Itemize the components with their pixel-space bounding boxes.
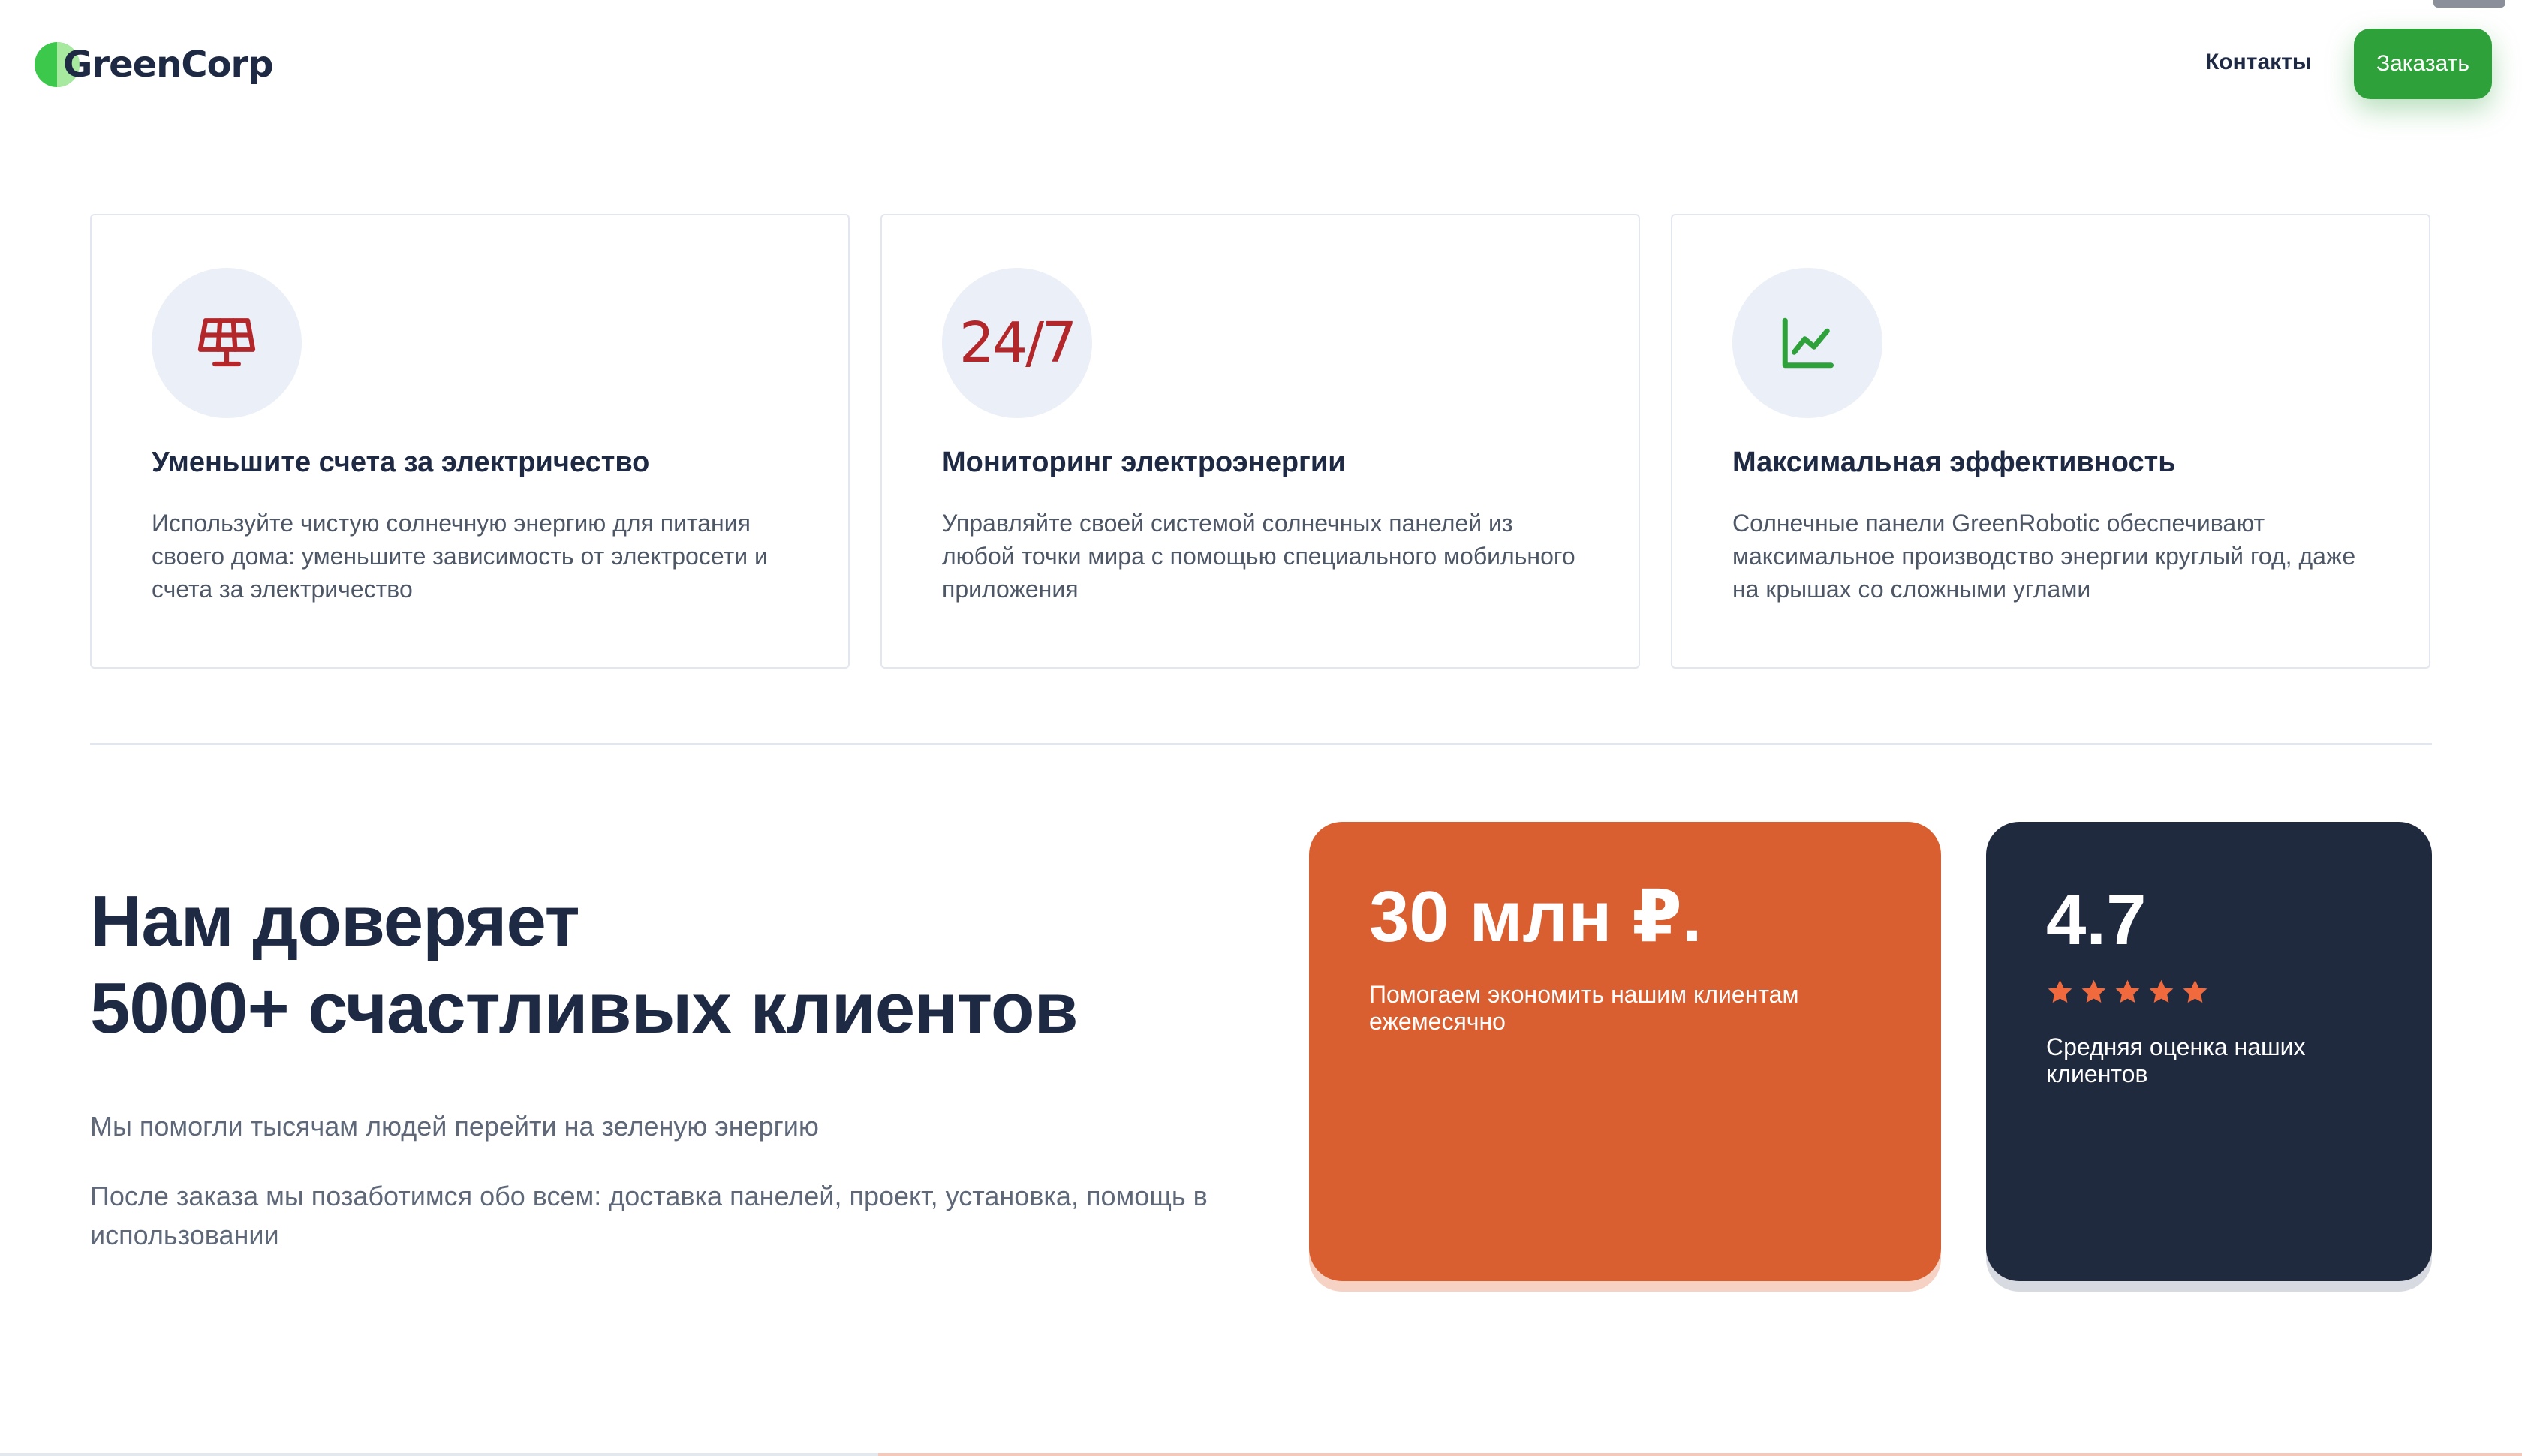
rating-stars — [2046, 978, 2209, 1006]
logo-text: GreenCorp — [63, 44, 274, 86]
solar-panel-icon — [197, 318, 256, 367]
feature-card-monitoring: 24/7 Мониторинг электроэнергии Управляйт… — [880, 214, 1640, 669]
chart-line-icon — [1782, 317, 1834, 369]
rating-stat-card: 4.7 Средняя оценка наших клиентов — [1986, 822, 2432, 1281]
star-icon — [2081, 979, 2106, 1003]
feature-title: Мониторинг электроэнергии — [942, 447, 1346, 478]
feature-description: Управляйте своей системой солнечных пане… — [942, 510, 1575, 603]
logo[interactable]: GreenCorp — [35, 39, 274, 90]
star-icon — [2149, 979, 2174, 1003]
trust-description: После заказа мы позаботимся обо всем: до… — [90, 1181, 1208, 1250]
feature-title: Максимальная эффективность — [1732, 447, 2176, 478]
bottom-edge-line-accent — [878, 1453, 2522, 1456]
nav-contacts-link[interactable]: Контакты — [2205, 50, 2311, 75]
rating-value: 4.7 — [2046, 880, 2147, 960]
feature-icon-circle: 24/7 — [942, 268, 1092, 418]
feature-icon-circle — [152, 268, 302, 418]
corner-tab — [2433, 0, 2505, 8]
order-button[interactable]: Заказать — [2354, 29, 2492, 99]
savings-label: Помогаем экономить нашим клиентам ежемес… — [1369, 981, 1799, 1035]
feature-card-bills: Уменьшите счета за электричество Использ… — [90, 214, 850, 669]
feature-title: Уменьшите счета за электричество — [152, 447, 650, 478]
section-divider — [90, 743, 2432, 745]
trust-heading: Нам доверяет 5000+ счастливых клиентов — [90, 878, 1291, 1052]
trust-heading-line2: 5000+ счастливых клиентов — [90, 968, 1079, 1048]
24-7-icon: 24/7 — [959, 311, 1077, 375]
bottom-edge-line — [0, 1453, 878, 1456]
star-icon — [2115, 979, 2140, 1003]
savings-stat-card: 30 млн ₽. Помогаем экономить нашим клиен… — [1309, 822, 1941, 1281]
site-header: GreenCorp Контакты Заказать — [0, 0, 2522, 129]
star-icon — [2048, 979, 2072, 1003]
feature-description: Используйте чистую солнечную энергию для… — [152, 510, 768, 603]
savings-value: 30 млн ₽. — [1369, 877, 1702, 957]
feature-icon-circle — [1732, 268, 1882, 418]
trust-heading-line1: Нам доверяет — [90, 881, 580, 961]
rating-label: Средняя оценка наших клиентов — [2046, 1033, 2306, 1087]
trust-subtitle: Мы помогли тысячам людей перейти на зеле… — [90, 1111, 819, 1142]
feature-card-efficiency: Максимальная эффективность Солнечные пан… — [1671, 214, 2430, 669]
star-icon — [2183, 979, 2208, 1003]
feature-description: Солнечные панели GreenRobotic обеспечива… — [1732, 510, 2356, 603]
